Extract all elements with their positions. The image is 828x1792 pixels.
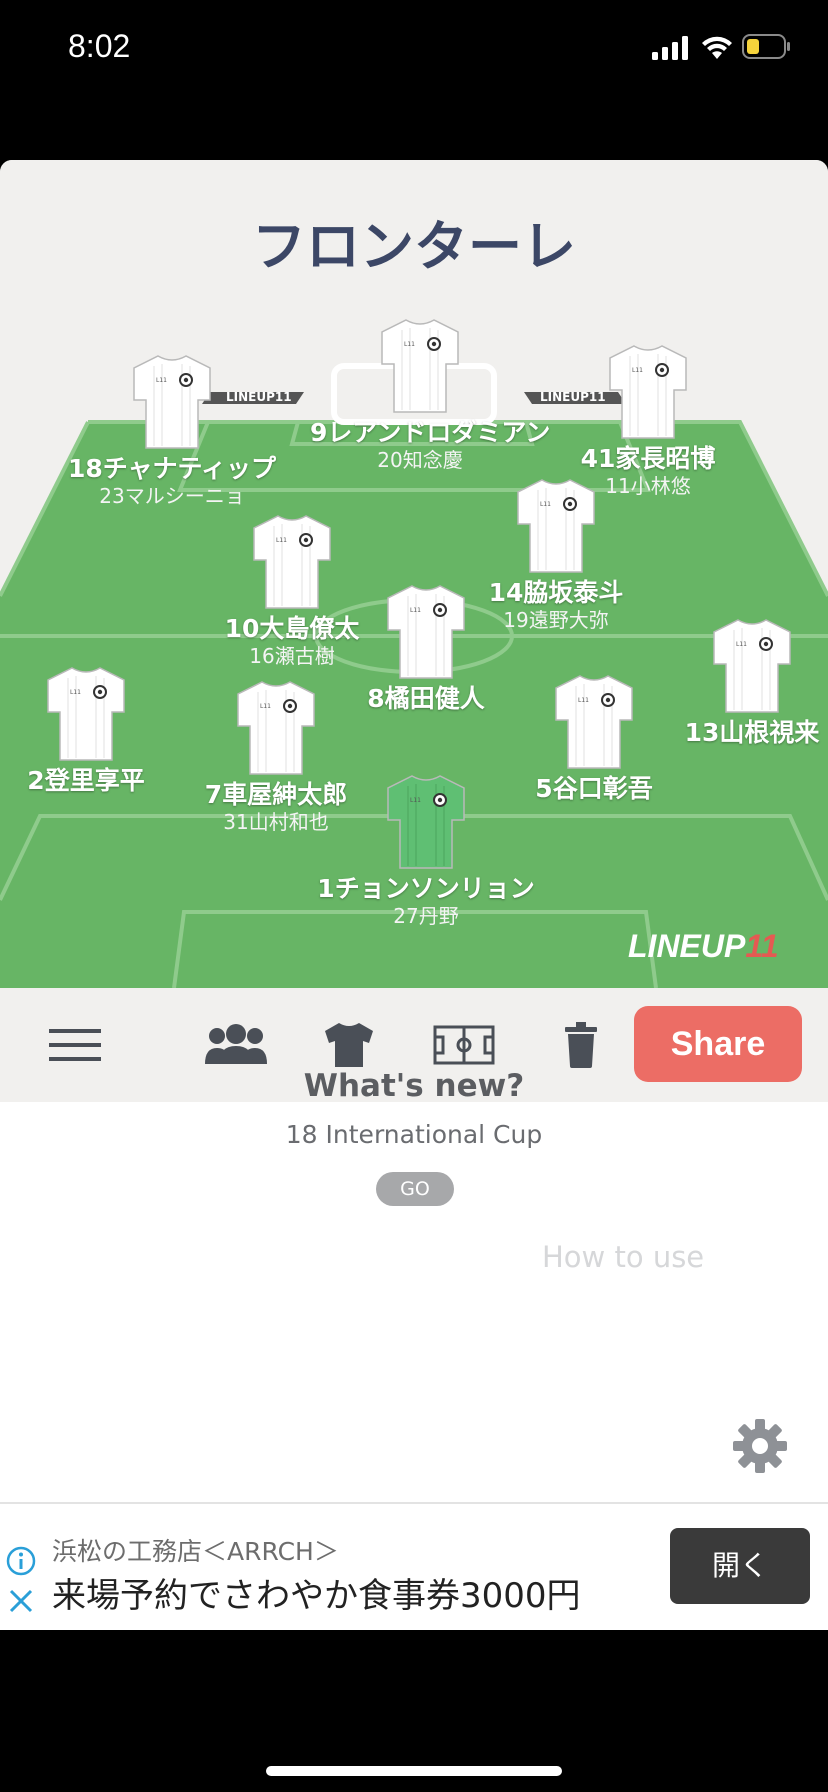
svg-text:L11: L11 xyxy=(404,341,415,348)
svg-text:L11: L11 xyxy=(410,607,421,614)
player-shirt-icon: L11 xyxy=(381,319,459,413)
svg-text:L11: L11 xyxy=(632,367,643,374)
info-icon[interactable] xyxy=(6,1546,36,1576)
player-shirt-icon: L11 xyxy=(47,667,125,761)
close-icon[interactable] xyxy=(8,1588,34,1614)
hamburger-icon xyxy=(49,1029,101,1061)
svg-text:L11: L11 xyxy=(410,797,421,804)
svg-text:L11: L11 xyxy=(156,377,167,384)
player-shirt-icon: L11 xyxy=(555,675,633,769)
wifi-icon xyxy=(702,36,732,59)
gear-icon[interactable] xyxy=(732,1418,788,1474)
team-name: フロンターレ xyxy=(252,215,576,278)
player-substitute: 23マルシーニョ xyxy=(99,484,245,508)
player-slot[interactable]: L11 13山根視来 xyxy=(642,616,828,748)
battery-icon xyxy=(742,34,790,59)
player-name: 41家長昭博 xyxy=(580,444,716,473)
formation-field: LINEUP11 LINEUP11 フロンターレ L11 9レアンドロダミアン 2… xyxy=(0,160,828,988)
player-shirt-icon: L11 xyxy=(609,345,687,439)
how-to-use-link[interactable]: How to use xyxy=(542,1240,704,1274)
svg-text:L11: L11 xyxy=(70,689,81,696)
player-slot[interactable]: L11 1チョンソンリョン 27丹野 xyxy=(316,772,536,928)
svg-text:L11: L11 xyxy=(276,537,287,544)
ad-open-button[interactable]: 開く xyxy=(670,1528,810,1604)
lineup11-logo: LINEUP11 xyxy=(628,928,779,965)
player-shirt-icon: L11 xyxy=(517,479,595,573)
ad-advertiser: 浜松の工務店＜ARRCH＞ xyxy=(52,1537,339,1566)
svg-text:L11: L11 xyxy=(260,703,271,710)
player-substitute: 20知念慶 xyxy=(377,448,463,472)
svg-text:L11: L11 xyxy=(736,641,747,648)
player-shirt-icon: L11 xyxy=(237,681,315,775)
status-bar: 8:02 xyxy=(0,0,828,100)
logo-text: LINEUP xyxy=(628,928,746,964)
player-name: 13山根視来 xyxy=(684,718,820,747)
lineup-card: LINEUP11 LINEUP11 フロンターレ L11 9レアンドロダミアン 2… xyxy=(0,160,828,1630)
player-slot[interactable]: L11 9レアンドロダミアン 20知念慶 xyxy=(310,316,551,472)
go-button[interactable]: GO xyxy=(376,1172,454,1206)
player-name: 18チャナティップ xyxy=(67,454,277,483)
logo-number: 11 xyxy=(745,928,779,964)
whats-new-subtitle: 18 International Cup xyxy=(285,1120,543,1149)
player-substitute: 27丹野 xyxy=(393,904,459,928)
people-icon xyxy=(205,1024,267,1064)
ad-headline: 来場予約でさわやか食事券3000円 xyxy=(52,1576,581,1616)
trash-icon xyxy=(565,1022,597,1068)
goalkeeper-shirt-icon: L11 xyxy=(387,775,465,869)
home-indicator xyxy=(266,1766,562,1776)
player-name: 9レアンドロダミアン xyxy=(310,418,551,447)
player-shirt-icon: L11 xyxy=(713,619,791,713)
field-icon xyxy=(433,1025,495,1065)
svg-text:L11: L11 xyxy=(578,697,589,704)
whats-new-title: What's new? xyxy=(303,1068,525,1104)
player-slot[interactable]: L11 41家長昭博 11小林悠 xyxy=(538,342,758,498)
ad-banner[interactable]: 浜松の工務店＜ARRCH＞ 来場予約でさわやか食事券3000円 開く xyxy=(0,1502,828,1630)
player-slot[interactable]: L11 18チャナティップ 23マルシーニョ xyxy=(62,352,282,508)
player-name: 1チョンソンリョン xyxy=(317,874,535,903)
player-shirt-icon: L11 xyxy=(387,585,465,679)
shirt-icon xyxy=(325,1023,373,1067)
cellular-signal-icon xyxy=(652,36,688,60)
svg-text:L11: L11 xyxy=(540,501,551,508)
player-shirt-icon: L11 xyxy=(133,355,211,449)
status-time: 8:02 xyxy=(68,28,131,64)
